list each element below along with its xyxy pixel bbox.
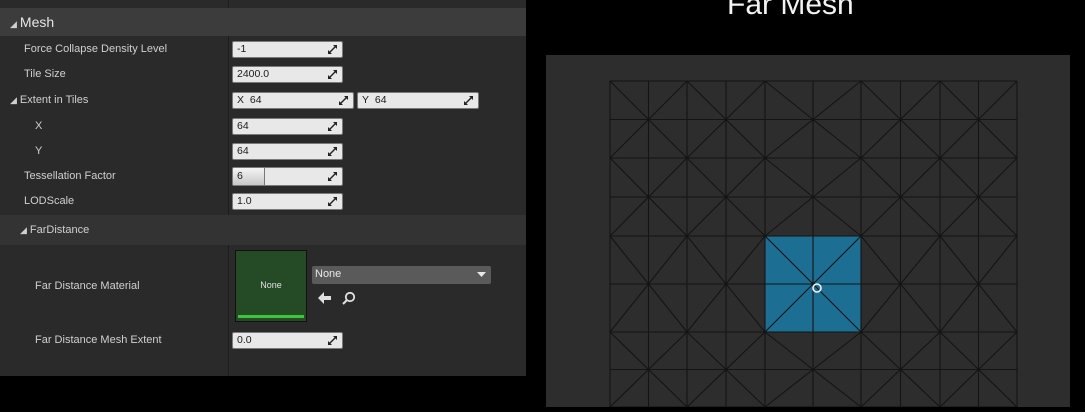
lodscale-label: LODScale	[24, 195, 75, 207]
extent-x-value-input[interactable]: 64	[232, 118, 343, 135]
row-tessellation-factor: Tessellation Factor 6	[0, 164, 526, 189]
extent-x-input[interactable]: X 64	[232, 92, 354, 109]
extent-y-input[interactable]: Y 64	[357, 92, 479, 109]
category-mesh[interactable]: ◢ Mesh	[0, 8, 526, 36]
expand-arrow-icon[interactable]: ◢	[10, 95, 17, 105]
force-collapse-input[interactable]: -1	[232, 41, 343, 58]
lodscale-input[interactable]: 1.0	[232, 193, 343, 210]
spinner-arrows-icon	[339, 96, 348, 105]
row-extent-in-tiles: ◢ Extent in Tiles X 64 Y 64	[0, 88, 526, 113]
spinner-arrows-icon	[328, 70, 337, 79]
mesh-preview	[546, 55, 1070, 408]
far-distance-material-label: Far Distance Material	[35, 280, 140, 292]
row-far-distance-material: Far Distance Material None None	[0, 246, 526, 326]
material-dropdown[interactable]: None	[312, 266, 491, 284]
row-far-distance-mesh-extent: Far Distance Mesh Extent 0.0	[0, 328, 526, 353]
wireframe-lines	[609, 80, 1018, 408]
browse-search-icon[interactable]	[342, 291, 356, 305]
use-selected-arrow-icon[interactable]	[318, 292, 331, 304]
spinner-arrows-icon	[328, 45, 337, 54]
extent-x-label: X	[35, 120, 43, 132]
tile-size-label: Tile Size	[24, 68, 66, 80]
spinner-arrows-icon	[328, 147, 337, 156]
category-far-distance[interactable]: ◢ FarDistance	[0, 215, 526, 245]
far-distance-mesh-extent-label: Far Distance Mesh Extent	[35, 334, 162, 346]
spinner-arrows-icon	[328, 336, 337, 345]
row-force-collapse: Force Collapse Density Level -1	[0, 37, 526, 62]
mesh-grid	[609, 80, 1018, 408]
row-tile-size: Tile Size 2400.0	[0, 62, 526, 87]
category-mesh-label: Mesh	[19, 14, 55, 30]
row-extent-y: Y 64	[0, 139, 526, 164]
preview-title: Far Mesh	[727, 0, 854, 21]
tessellation-slider[interactable]: 6	[232, 167, 343, 186]
tessellation-label: Tessellation Factor	[24, 170, 116, 182]
material-type-bar	[238, 315, 304, 318]
spinner-arrows-icon	[328, 197, 337, 206]
far-distance-label: FarDistance	[29, 224, 90, 236]
row-extent-x: X 64	[0, 114, 526, 139]
force-collapse-label: Force Collapse Density Level	[24, 43, 168, 55]
dropdown-chevron-icon	[477, 272, 486, 277]
extent-y-label: Y	[35, 145, 43, 157]
collapse-arrow-icon[interactable]: ◢	[10, 19, 17, 29]
spinner-arrows-icon	[464, 96, 473, 105]
tile-size-input[interactable]: 2400.0	[232, 66, 343, 83]
collapse-arrow-icon[interactable]: ◢	[20, 225, 27, 235]
row-lodscale: LODScale 1.0	[0, 189, 526, 214]
extent-label: Extent in Tiles	[19, 94, 89, 106]
far-distance-mesh-extent-input[interactable]: 0.0	[232, 332, 343, 349]
spinner-arrows-icon	[328, 172, 337, 181]
details-panel: ◢ Mesh Force Collapse Density Level -1 Ti…	[0, 0, 526, 376]
material-thumb-label: None	[260, 280, 282, 290]
spinner-arrows-icon	[328, 122, 337, 131]
material-thumbnail[interactable]: None	[235, 250, 307, 322]
extent-y-value-input[interactable]: 64	[232, 143, 343, 160]
